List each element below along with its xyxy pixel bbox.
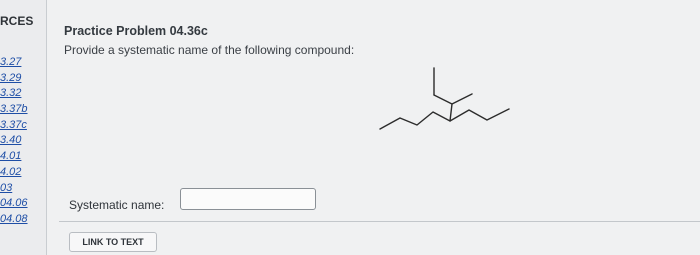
link-to-text-button[interactable]: LINK TO TEXT bbox=[69, 232, 157, 252]
sidebar-item[interactable]: 3.32 bbox=[0, 86, 28, 102]
carbon-chain bbox=[379, 108, 510, 130]
sidebar-item[interactable]: 3.37b bbox=[0, 102, 28, 118]
sidebar-item[interactable]: 3.27 bbox=[0, 55, 28, 71]
systematic-name-input[interactable] bbox=[180, 188, 316, 210]
sidebar-item[interactable]: 4.02 bbox=[0, 165, 28, 181]
sidebar-item[interactable]: 04.06 bbox=[0, 196, 28, 212]
sidebar-item[interactable]: 04.08 bbox=[0, 212, 28, 228]
sidebar-links: 3.27 3.29 3.32 3.37b 3.37c 3.40 4.01 4.0… bbox=[0, 55, 28, 228]
divider bbox=[59, 221, 700, 222]
answer-label: Systematic name: bbox=[69, 198, 165, 212]
sidebar-item[interactable]: 3.37c bbox=[0, 118, 28, 134]
problem-panel: Practice Problem 04.36c Provide a system… bbox=[47, 0, 700, 255]
sidebar-heading: RCES bbox=[0, 14, 34, 28]
sidebar-item[interactable]: 3.40 bbox=[0, 133, 28, 149]
sidebar-item[interactable]: 4.01 bbox=[0, 149, 28, 165]
skeletal-structure-icon bbox=[379, 67, 510, 130]
problem-title: Practice Problem 04.36c bbox=[64, 24, 208, 38]
sidebar-item[interactable]: 03 bbox=[0, 181, 28, 197]
problem-instructions: Provide a systematic name of the followi… bbox=[64, 43, 355, 57]
sidebar: RCES 3.27 3.29 3.32 3.37b 3.37c 3.40 4.0… bbox=[0, 0, 47, 255]
branch-methyl bbox=[451, 93, 473, 105]
sidebar-item[interactable]: 3.29 bbox=[0, 71, 28, 87]
